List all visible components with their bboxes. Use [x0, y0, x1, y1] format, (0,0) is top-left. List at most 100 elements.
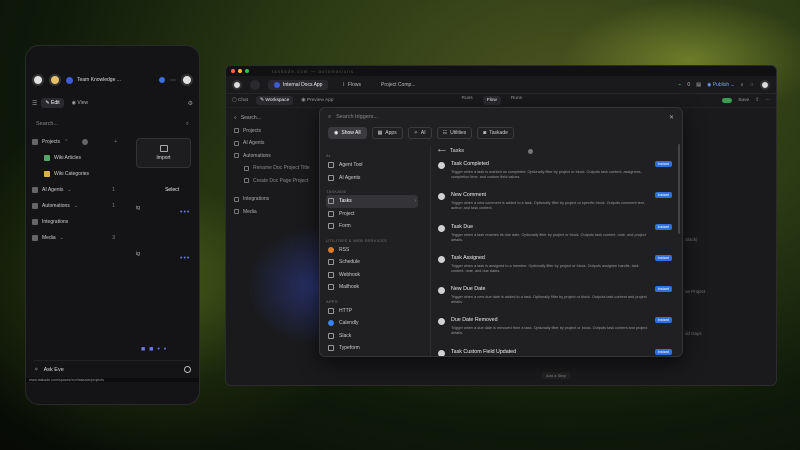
nav-item-ai-agents[interactable]: AI Agents ⌄ 1 Select [32, 182, 193, 198]
close-window-icon[interactable] [231, 69, 235, 73]
tab-preview-app[interactable]: ◉ Preview App [301, 98, 333, 103]
taskade-icon [438, 287, 445, 295]
category-item-typeform[interactable]: Typeform [326, 342, 418, 355]
close-icon[interactable]: ✕ [669, 114, 674, 121]
section-heading: UTILITIES & WEB SERVICES [326, 237, 388, 243]
category-item-project[interactable]: Project [326, 208, 418, 221]
tab-internal-docs-app[interactable]: Internal Docs App [268, 79, 329, 90]
nav-item-integrations[interactable]: Integrations [32, 214, 193, 230]
category-item-tasks[interactable]: Tasks › [326, 195, 418, 208]
category-item-form[interactable]: Form [326, 220, 418, 233]
tab-runs[interactable]: Runs [461, 96, 472, 105]
category-item-schedule[interactable]: Schedule [326, 256, 418, 269]
trigger-item-task-completed[interactable]: Task Completed Instant Trigger when a task… [438, 158, 672, 189]
enable-toggle[interactable] [722, 98, 733, 103]
nav-item-automations[interactable]: Automations ⌄ 1 [32, 198, 193, 214]
filter-taskade[interactable]: ◙ Taskade [477, 127, 514, 139]
category-item-webhook[interactable]: Webhook [326, 269, 418, 282]
category-item-rss[interactable]: RSS [326, 244, 418, 257]
sidebar-item-create-doc[interactable]: Create Doc Page Project [234, 175, 318, 188]
trigger-item-task-due[interactable]: Task Due Instant Trigger when a task reach… [438, 221, 672, 252]
user-avatar[interactable] [760, 79, 770, 90]
trigger-item-new-due-date[interactable]: New Due Date Instant Trigger when a new du… [438, 283, 672, 314]
trigger-item-due-date-removed[interactable]: Due Date Removed Instant Trigger when a du… [438, 314, 672, 345]
add-icon[interactable]: + [114, 139, 117, 145]
workspace-icon [66, 76, 73, 84]
tab-workspace[interactable]: ✎ Workspace [256, 96, 294, 105]
ask-eve-bar[interactable]: ✧ Ask Eve [34, 360, 191, 376]
category-item-http[interactable]: HTTP [326, 305, 418, 318]
category-label: Form [339, 223, 351, 230]
search-icon[interactable] [184, 366, 191, 373]
more-icon[interactable]: ⋯ [170, 77, 176, 84]
more-icon[interactable]: ••• [180, 209, 190, 216]
tab-runs-2[interactable]: Runs [511, 96, 522, 105]
bell-icon[interactable]: ♢ [750, 82, 754, 88]
share-icon[interactable]: ⇪ [755, 98, 759, 103]
publish-button[interactable]: ◉ Publish ⌄ [707, 82, 735, 88]
category-item-calendly[interactable]: Calendly [326, 317, 418, 330]
filter-show-all[interactable]: ◉ Show All [328, 127, 367, 139]
add-step-button[interactable]: Add a Step [542, 372, 570, 379]
more-icon[interactable]: ⋯ [765, 98, 770, 103]
mobile-tabs: ☰ ✎ Edit ◉ View ⚙ [26, 96, 199, 110]
activity-icon[interactable]: ⌁ [678, 82, 681, 88]
back-to-categories[interactable]: ⟵ Tasks [438, 144, 672, 158]
trigger-item-new-comment[interactable]: New Comment Instant Trigger when a new com… [438, 189, 672, 220]
layout-icon[interactable]: ▤ [696, 82, 701, 88]
taskade-icon [438, 162, 445, 169]
trigger-search-input[interactable]: ⌕ Search triggers... ✕ [320, 108, 682, 126]
category-item-agent-tool[interactable]: Agent Tool [326, 159, 418, 172]
section-heading: AI [326, 153, 331, 158]
filter-utilities[interactable]: ☷ Utilities [436, 127, 473, 139]
workspace-switcher[interactable]: Team Knowledge ... [66, 76, 154, 84]
workspace-avatar[interactable] [250, 79, 260, 90]
sidebar-item-rename-doc[interactable]: Rename Doc Project Title [234, 162, 318, 175]
canvas-node-fragment: Slack) [685, 237, 698, 242]
tab-view[interactable]: ◉ View [68, 98, 93, 108]
sidebar-item-integrations[interactable]: Integrations [234, 193, 318, 206]
folder-icon [32, 139, 38, 145]
window-titlebar: taskade.com — automations [226, 66, 776, 76]
trigger-description: Trigger when a task is assigned to a mem… [451, 263, 639, 273]
category-item-ai-agents[interactable]: AI Agents [326, 172, 418, 185]
select-button[interactable]: Select [165, 187, 179, 193]
maximize-window-icon[interactable] [245, 69, 249, 73]
nav-item-media[interactable]: Media ⌄ 3 [32, 230, 193, 246]
import-button[interactable]: Import [136, 138, 191, 168]
sidebar-item-automations[interactable]: Automations [234, 150, 318, 163]
workspace-avatar[interactable] [49, 74, 61, 86]
sidebar-item-projects[interactable]: Projects [234, 125, 318, 138]
agent-tool-icon [328, 162, 334, 169]
save-button[interactable]: Save [738, 98, 749, 103]
nav-item-wiki-categories[interactable]: Wiki Categories [32, 166, 193, 182]
avatar[interactable] [232, 79, 242, 90]
search-input[interactable]: Search... ⌕ [34, 118, 191, 130]
more-icon[interactable]: ••• [180, 255, 190, 262]
sidebar-search-input[interactable]: ⌕ Search... [234, 112, 318, 125]
sidebar-item-media[interactable]: Media [234, 206, 318, 219]
truncated-text: ig [136, 205, 140, 211]
search-icon[interactable]: ⌕ [741, 82, 744, 88]
settings-icon[interactable]: ⚙ [188, 100, 193, 107]
http-icon [328, 307, 334, 314]
user-avatar[interactable] [181, 74, 193, 86]
tab-flows[interactable]: ⌇ Flows [336, 80, 367, 90]
automation-icon [234, 153, 239, 159]
avatar[interactable] [32, 74, 44, 86]
tab-project-comp[interactable]: Project Comp... [375, 80, 421, 90]
sidebar-item-ai-agents[interactable]: AI Agents [234, 137, 318, 150]
minimize-window-icon[interactable] [238, 69, 242, 73]
tab-edit[interactable]: ✎ Edit [41, 98, 64, 108]
trigger-item-task-custom-field-updated[interactable]: Task Custom Field Updated Instant [438, 346, 672, 356]
category-item-slack[interactable]: Slack [326, 330, 418, 343]
scrollbar[interactable] [678, 144, 680, 234]
menu-icon[interactable]: ☰ [32, 100, 37, 107]
filter-apps[interactable]: ▦ Apps [371, 127, 403, 139]
rss-icon [328, 246, 334, 253]
category-item-mailhook[interactable]: Mailhook [326, 281, 418, 294]
trigger-item-task-assigned[interactable]: Task Assigned Instant Trigger when a task … [438, 252, 672, 283]
tab-chat[interactable]: ▢ Chat [232, 98, 248, 103]
tab-flow[interactable]: Flow [482, 96, 501, 105]
filter-ai[interactable]: ✧ AI [407, 127, 432, 139]
